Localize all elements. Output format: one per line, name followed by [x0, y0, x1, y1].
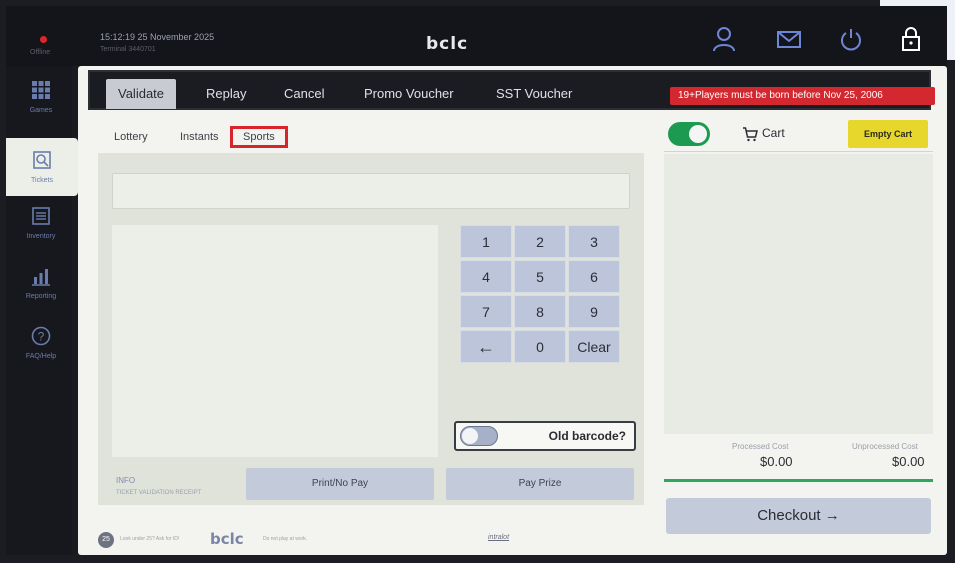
user-icon[interactable]: [711, 26, 737, 52]
tab-bar: Validate Replay Cancel Promo Voucher SST…: [88, 70, 935, 110]
rail-label: Reporting: [25, 293, 57, 300]
empty-cart-button[interactable]: Empty Cart: [848, 120, 928, 148]
subtab-instants[interactable]: Instants: [180, 126, 219, 148]
key-1[interactable]: 1: [460, 225, 512, 258]
key-4[interactable]: 4: [460, 260, 512, 293]
barcode-input[interactable]: [112, 173, 630, 209]
terminal-id[interactable]: Terminal 3440701: [100, 46, 156, 53]
subtab-sports[interactable]: Sports: [230, 126, 288, 148]
left-rail: Games Tickets Inventory Reporting ? FAQ/…: [6, 66, 78, 555]
age-25-badge: 25: [98, 532, 114, 548]
toggle-knob: [689, 125, 707, 143]
processed-cost-value: $0.00: [760, 454, 793, 469]
key-8[interactable]: 8: [514, 295, 566, 328]
brand-logo: bclc: [426, 34, 469, 54]
search-ticket-icon: [33, 151, 51, 169]
cart-header: Cart Empty Cart: [664, 116, 933, 152]
processed-cost-label: Processed Cost: [732, 442, 789, 451]
rail-label: Games: [29, 107, 53, 114]
lock-icon[interactable]: [898, 26, 924, 52]
key-7[interactable]: 7: [460, 295, 512, 328]
key-clear[interactable]: Clear: [568, 330, 620, 363]
info-subtitle: TICKET VALIDATION RECEIPT: [116, 490, 202, 496]
mail-icon[interactable]: [776, 26, 802, 52]
rail-item-reporting[interactable]: Reporting: [6, 266, 76, 324]
old-barcode-toggle[interactable]: Old barcode?: [454, 421, 636, 451]
rail-item-inventory[interactable]: Inventory: [6, 206, 76, 264]
unprocessed-cost-label: Unprocessed Cost: [852, 442, 918, 451]
tab-validate[interactable]: Validate: [106, 79, 177, 109]
validate-panel: 1 2 3 4 5 6 7 8 9 ← 0 Clear Old barcode?: [98, 153, 644, 505]
status-label[interactable]: Offline: [30, 49, 50, 56]
ticket-result-box: [112, 225, 438, 457]
top-bar: Offline 15:12:19 25 November 2025 Termin…: [6, 6, 947, 66]
toggle-knob: [462, 428, 478, 444]
toggle-switch[interactable]: [460, 426, 498, 446]
rail-item-tickets[interactable]: Tickets: [6, 138, 78, 196]
cart-icon: [743, 127, 758, 142]
clock: 15:12:19 25 November 2025: [100, 32, 215, 42]
intralot-logo: intralot: [488, 534, 510, 541]
key-3[interactable]: 3: [568, 225, 620, 258]
tab-cancel[interactable]: Cancel: [272, 79, 336, 109]
main-area: Validate Replay Cancel Promo Voucher SST…: [78, 66, 947, 555]
status-dot: [40, 36, 47, 43]
cart-toggle[interactable]: [668, 122, 710, 146]
tab-promo-voucher[interactable]: Promo Voucher: [352, 79, 466, 109]
rail-label: Tickets: [31, 177, 53, 184]
unprocessed-cost-value: $0.00: [892, 454, 925, 469]
key-6[interactable]: 6: [568, 260, 620, 293]
key-2[interactable]: 2: [514, 225, 566, 258]
cart-title: Cart: [762, 126, 785, 140]
rail-item-games[interactable]: Games: [6, 80, 76, 138]
checkout-button[interactable]: Checkout →: [666, 498, 931, 534]
tab-replay[interactable]: Replay: [194, 79, 258, 109]
pay-prize-button[interactable]: Pay Prize: [446, 468, 634, 500]
bar-chart-icon: [32, 269, 50, 286]
cost-summary: Processed Cost $0.00 Unprocessed Cost $0…: [664, 442, 933, 482]
key-5[interactable]: 5: [514, 260, 566, 293]
keypad: 1 2 3 4 5 6 7 8 9 ← 0 Clear: [460, 225, 624, 365]
key-backspace[interactable]: ←: [460, 330, 512, 363]
cart-panel: Cart Empty Cart Processed Cost $0.00 Unp…: [662, 116, 933, 548]
key-9[interactable]: 9: [568, 295, 620, 328]
svg-text:?: ?: [38, 330, 45, 344]
info-title: INFO: [116, 476, 136, 485]
power-icon[interactable]: [838, 26, 864, 52]
footer-logo: bclc: [210, 530, 244, 548]
inventory-icon: [32, 207, 50, 225]
footer-notice-2: Do not play at work.: [263, 536, 308, 542]
grid-icon: [32, 81, 50, 99]
print-no-pay-button[interactable]: Print/No Pay: [246, 468, 434, 500]
cart-items-area: [664, 154, 933, 434]
rail-label: FAQ/Help: [25, 353, 57, 360]
tab-sst-voucher[interactable]: SST Voucher: [484, 79, 584, 109]
app-window: Offline 15:12:19 25 November 2025 Termin…: [6, 6, 947, 555]
footer-notice: Look under 25? Ask for ID!: [120, 536, 180, 542]
subtab-lottery[interactable]: Lottery: [114, 126, 148, 148]
help-icon: ?: [31, 326, 51, 346]
old-barcode-label: Old barcode?: [548, 429, 626, 443]
key-0[interactable]: 0: [514, 330, 566, 363]
age-restriction-banner: 19+Players must be born before Nov 25, 2…: [670, 87, 935, 105]
rail-item-help[interactable]: ? FAQ/Help: [6, 326, 76, 384]
rail-label: Inventory: [26, 233, 56, 240]
